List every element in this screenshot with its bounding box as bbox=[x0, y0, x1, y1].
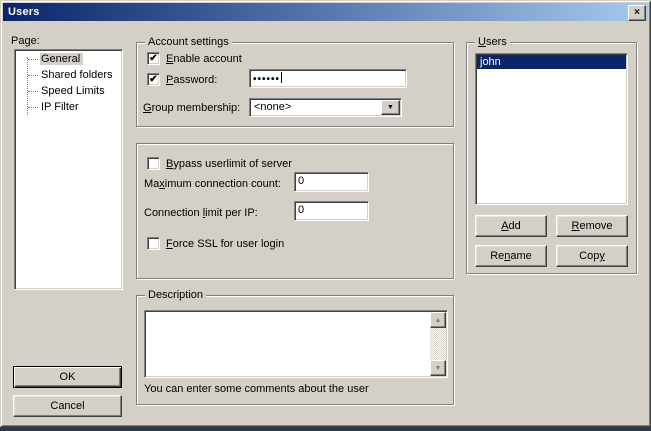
checkbox-checked-icon: ✔ bbox=[147, 73, 160, 86]
vertical-scrollbar[interactable]: ▲ ▼ bbox=[430, 312, 446, 376]
page-list[interactable]: General Shared folders Speed Limits IP F… bbox=[14, 49, 123, 290]
group-membership-select[interactable]: <none> ▼ bbox=[249, 98, 402, 117]
users-list[interactable]: john bbox=[475, 53, 628, 205]
description-title: Description bbox=[145, 289, 206, 302]
page-item-shared-folders[interactable]: Shared folders bbox=[15, 67, 122, 83]
text-caret bbox=[281, 72, 282, 83]
combo-dropdown-button[interactable]: ▼ bbox=[381, 100, 400, 115]
chevron-down-icon: ▼ bbox=[387, 104, 394, 111]
remove-button[interactable]: Remove bbox=[556, 215, 628, 237]
password-label: Password: bbox=[166, 74, 217, 86]
bypass-userlimit-checkbox[interactable]: ✔ Bypass userlimit of server bbox=[147, 157, 292, 170]
rename-button[interactable]: Rename bbox=[475, 245, 547, 267]
description-group: Description ▲ ▼ You can enter some comme… bbox=[136, 295, 454, 405]
page-item-general[interactable]: General bbox=[15, 51, 122, 67]
max-connections-label: Maximum connection count: bbox=[144, 178, 281, 190]
user-list-item[interactable]: john bbox=[477, 55, 626, 69]
enable-account-checkbox[interactable]: ✔ Enable account bbox=[147, 52, 242, 65]
enable-account-label: Enable account bbox=[166, 53, 242, 65]
arrow-up-icon: ▲ bbox=[435, 317, 442, 324]
page-item-ip-filter[interactable]: IP Filter bbox=[15, 99, 122, 115]
page-label: Page: bbox=[11, 35, 40, 47]
checkbox-unchecked-icon: ✔ bbox=[147, 157, 160, 170]
close-icon: × bbox=[634, 8, 640, 18]
copy-button[interactable]: Copy bbox=[556, 245, 628, 267]
checkbox-checked-icon: ✔ bbox=[147, 52, 160, 65]
checkbox-unchecked-icon: ✔ bbox=[147, 237, 160, 250]
description-textarea[interactable]: ▲ ▼ bbox=[144, 310, 448, 378]
cancel-button[interactable]: Cancel bbox=[13, 395, 122, 417]
group-membership-label: Group membership: bbox=[143, 102, 240, 114]
password-input[interactable]: •••••• bbox=[249, 69, 407, 88]
force-ssl-checkbox[interactable]: ✔ Force SSL for user login bbox=[147, 237, 284, 250]
users-group: Users john Add Remove Rename Copy bbox=[466, 42, 637, 274]
connection-limit-per-ip-label: Connection limit per IP: bbox=[144, 207, 258, 219]
close-button[interactable]: × bbox=[628, 5, 646, 21]
scroll-up-button[interactable]: ▲ bbox=[430, 312, 446, 328]
account-settings-title: Account settings bbox=[145, 36, 232, 49]
desktop-background: Users × Page: General Shared folders Spe… bbox=[0, 0, 651, 431]
account-settings-group: Account settings ✔ Enable account ✔ Pass… bbox=[136, 42, 454, 127]
users-dialog: Users × Page: General Shared folders Spe… bbox=[0, 0, 651, 427]
users-group-title: Users bbox=[475, 36, 510, 49]
scroll-down-button[interactable]: ▼ bbox=[430, 360, 446, 376]
add-button[interactable]: Add bbox=[475, 215, 547, 237]
page-item-speed-limits[interactable]: Speed Limits bbox=[15, 83, 122, 99]
bypass-userlimit-label: Bypass userlimit of server bbox=[166, 158, 292, 170]
force-ssl-label: Force SSL for user login bbox=[166, 238, 284, 250]
max-connections-input[interactable]: 0 bbox=[294, 172, 369, 192]
title-bar[interactable]: Users × bbox=[3, 3, 648, 21]
password-checkbox[interactable]: ✔ Password: bbox=[147, 73, 217, 86]
ok-button[interactable]: OK bbox=[13, 366, 122, 388]
connection-limits-group: ✔ Bypass userlimit of server Maximum con… bbox=[136, 143, 454, 279]
arrow-down-icon: ▼ bbox=[435, 365, 442, 372]
window-title: Users bbox=[3, 6, 40, 18]
description-hint: You can enter some comments about the us… bbox=[144, 383, 369, 395]
group-membership-value: <none> bbox=[254, 101, 291, 113]
connection-limit-per-ip-input[interactable]: 0 bbox=[294, 201, 369, 221]
